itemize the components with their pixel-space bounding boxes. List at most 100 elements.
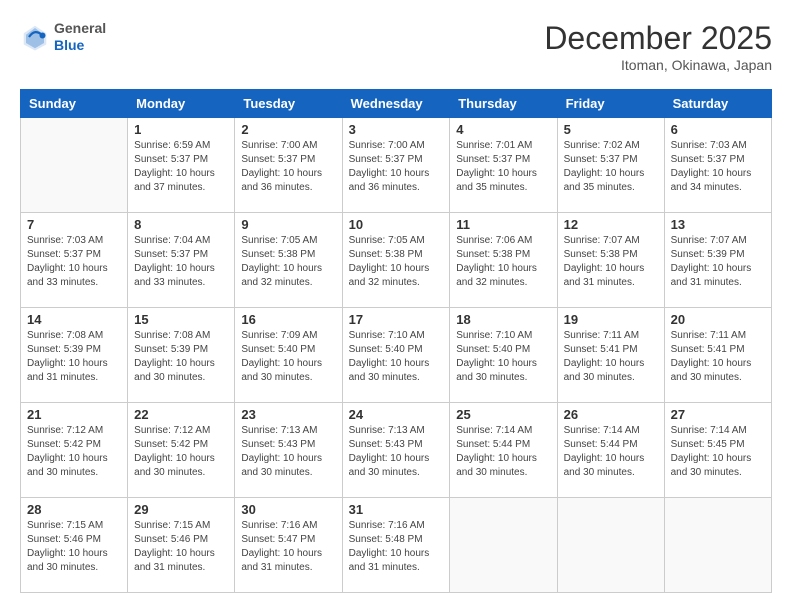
weekday-header-friday: Friday xyxy=(557,90,664,118)
day-number: 11 xyxy=(456,217,550,232)
day-info: Sunrise: 7:12 AMSunset: 5:42 PMDaylight:… xyxy=(27,424,121,480)
day-number: 23 xyxy=(241,407,335,422)
logo-general-text: General xyxy=(54,20,106,37)
weekday-header-wednesday: Wednesday xyxy=(342,90,450,118)
calendar-cell: 24 Sunrise: 7:13 AMSunset: 5:43 PMDayligh… xyxy=(342,403,450,498)
calendar-cell: 16 Sunrise: 7:09 AMSunset: 5:40 PMDayligh… xyxy=(235,308,342,403)
day-info: Sunrise: 7:00 AMSunset: 5:37 PMDaylight:… xyxy=(349,139,444,195)
logo: General Blue xyxy=(20,20,106,54)
day-number: 26 xyxy=(564,407,658,422)
day-number: 28 xyxy=(27,502,121,517)
weekday-header-row: SundayMondayTuesdayWednesdayThursdayFrid… xyxy=(21,90,772,118)
calendar-cell: 11 Sunrise: 7:06 AMSunset: 5:38 PMDayligh… xyxy=(450,213,557,308)
title-section: December 2025 Itoman, Okinawa, Japan xyxy=(544,20,772,73)
calendar-cell: 10Sunrise: 7:05 AMSunset: 5:38 PMDayligh… xyxy=(342,213,450,308)
week-row-5: 28 Sunrise: 7:15 AMSunset: 5:46 PMDayligh… xyxy=(21,498,772,593)
day-info: Sunrise: 7:15 AMSunset: 5:46 PMDaylight:… xyxy=(134,519,228,575)
week-row-1: 1 Sunrise: 6:59 AMSunset: 5:37 PMDaylight… xyxy=(21,118,772,213)
calendar-cell: 30 Sunrise: 7:16 AMSunset: 5:47 PMDayligh… xyxy=(235,498,342,593)
calendar-cell xyxy=(664,498,771,593)
calendar-cell: 5Sunrise: 7:02 AMSunset: 5:37 PMDaylight… xyxy=(557,118,664,213)
day-info: Sunrise: 6:59 AMSunset: 5:37 PMDaylight:… xyxy=(134,139,228,195)
calendar: SundayMondayTuesdayWednesdayThursdayFrid… xyxy=(20,89,772,593)
day-info: Sunrise: 7:09 AMSunset: 5:40 PMDaylight:… xyxy=(241,329,335,385)
day-info: Sunrise: 7:08 AMSunset: 5:39 PMDaylight:… xyxy=(27,329,121,385)
day-number: 17 xyxy=(349,312,444,327)
day-info: Sunrise: 7:14 AMSunset: 5:45 PMDaylight:… xyxy=(671,424,765,480)
calendar-cell: 7Sunrise: 7:03 AMSunset: 5:37 PMDaylight… xyxy=(21,213,128,308)
day-number: 14 xyxy=(27,312,121,327)
day-info: Sunrise: 7:11 AMSunset: 5:41 PMDaylight:… xyxy=(564,329,658,385)
day-number: 21 xyxy=(27,407,121,422)
day-info: Sunrise: 7:14 AMSunset: 5:44 PMDaylight:… xyxy=(564,424,658,480)
day-number: 1 xyxy=(134,122,228,137)
day-info: Sunrise: 7:03 AMSunset: 5:37 PMDaylight:… xyxy=(671,139,765,195)
logo-blue-text: Blue xyxy=(54,37,106,54)
day-info: Sunrise: 7:07 AMSunset: 5:38 PMDaylight:… xyxy=(564,234,658,290)
calendar-cell: 29 Sunrise: 7:15 AMSunset: 5:46 PMDayligh… xyxy=(128,498,235,593)
location: Itoman, Okinawa, Japan xyxy=(544,57,772,73)
day-number: 31 xyxy=(349,502,444,517)
day-number: 20 xyxy=(671,312,765,327)
day-info: Sunrise: 7:12 AMSunset: 5:42 PMDaylight:… xyxy=(134,424,228,480)
day-number: 22 xyxy=(134,407,228,422)
day-info: Sunrise: 7:16 AMSunset: 5:47 PMDaylight:… xyxy=(241,519,335,575)
calendar-cell: 3Sunrise: 7:00 AMSunset: 5:37 PMDaylight… xyxy=(342,118,450,213)
calendar-cell: 2 Sunrise: 7:00 AMSunset: 5:37 PMDaylight… xyxy=(235,118,342,213)
weekday-header-tuesday: Tuesday xyxy=(235,90,342,118)
calendar-cell: 28 Sunrise: 7:15 AMSunset: 5:46 PMDayligh… xyxy=(21,498,128,593)
day-info: Sunrise: 7:05 AMSunset: 5:38 PMDaylight:… xyxy=(241,234,335,290)
day-number: 27 xyxy=(671,407,765,422)
day-info: Sunrise: 7:08 AMSunset: 5:39 PMDaylight:… xyxy=(134,329,228,385)
calendar-cell: 21 Sunrise: 7:12 AMSunset: 5:42 PMDayligh… xyxy=(21,403,128,498)
day-number: 29 xyxy=(134,502,228,517)
day-number: 4 xyxy=(456,122,550,137)
day-info: Sunrise: 7:04 AMSunset: 5:37 PMDaylight:… xyxy=(134,234,228,290)
day-number: 13 xyxy=(671,217,765,232)
day-number: 30 xyxy=(241,502,335,517)
day-info: Sunrise: 7:07 AMSunset: 5:39 PMDaylight:… xyxy=(671,234,765,290)
day-info: Sunrise: 7:10 AMSunset: 5:40 PMDaylight:… xyxy=(349,329,444,385)
week-row-4: 21 Sunrise: 7:12 AMSunset: 5:42 PMDayligh… xyxy=(21,403,772,498)
calendar-cell xyxy=(557,498,664,593)
calendar-cell: 20 Sunrise: 7:11 AMSunset: 5:41 PMDayligh… xyxy=(664,308,771,403)
calendar-cell: 4Sunrise: 7:01 AMSunset: 5:37 PMDaylight… xyxy=(450,118,557,213)
calendar-cell: 26 Sunrise: 7:14 AMSunset: 5:44 PMDayligh… xyxy=(557,403,664,498)
calendar-cell: 15Sunrise: 7:08 AMSunset: 5:39 PMDayligh… xyxy=(128,308,235,403)
day-number: 6 xyxy=(671,122,765,137)
calendar-cell: 25 Sunrise: 7:14 AMSunset: 5:44 PMDayligh… xyxy=(450,403,557,498)
calendar-cell: 19Sunrise: 7:11 AMSunset: 5:41 PMDayligh… xyxy=(557,308,664,403)
calendar-cell: 9 Sunrise: 7:05 AMSunset: 5:38 PMDaylight… xyxy=(235,213,342,308)
day-number: 10 xyxy=(349,217,444,232)
calendar-cell: 23Sunrise: 7:13 AMSunset: 5:43 PMDayligh… xyxy=(235,403,342,498)
calendar-cell: 31 Sunrise: 7:16 AMSunset: 5:48 PMDayligh… xyxy=(342,498,450,593)
day-number: 24 xyxy=(349,407,444,422)
day-info: Sunrise: 7:10 AMSunset: 5:40 PMDaylight:… xyxy=(456,329,550,385)
day-number: 16 xyxy=(241,312,335,327)
day-info: Sunrise: 7:00 AMSunset: 5:37 PMDaylight:… xyxy=(241,139,335,195)
weekday-header-monday: Monday xyxy=(128,90,235,118)
day-number: 5 xyxy=(564,122,658,137)
day-info: Sunrise: 7:14 AMSunset: 5:44 PMDaylight:… xyxy=(456,424,550,480)
day-info: Sunrise: 7:15 AMSunset: 5:46 PMDaylight:… xyxy=(27,519,121,575)
calendar-cell: 8 Sunrise: 7:04 AMSunset: 5:37 PMDaylight… xyxy=(128,213,235,308)
day-number: 7 xyxy=(27,217,121,232)
header: General Blue December 2025 Itoman, Okina… xyxy=(20,20,772,73)
calendar-cell: 1 Sunrise: 6:59 AMSunset: 5:37 PMDaylight… xyxy=(128,118,235,213)
day-number: 25 xyxy=(456,407,550,422)
calendar-cell: 14 Sunrise: 7:08 AMSunset: 5:39 PMDayligh… xyxy=(21,308,128,403)
week-row-3: 14 Sunrise: 7:08 AMSunset: 5:39 PMDayligh… xyxy=(21,308,772,403)
day-info: Sunrise: 7:13 AMSunset: 5:43 PMDaylight:… xyxy=(349,424,444,480)
day-number: 9 xyxy=(241,217,335,232)
calendar-cell: 12Sunrise: 7:07 AMSunset: 5:38 PMDayligh… xyxy=(557,213,664,308)
weekday-header-thursday: Thursday xyxy=(450,90,557,118)
calendar-cell xyxy=(450,498,557,593)
day-number: 8 xyxy=(134,217,228,232)
calendar-cell: 27 Sunrise: 7:14 AMSunset: 5:45 PMDayligh… xyxy=(664,403,771,498)
day-number: 2 xyxy=(241,122,335,137)
calendar-cell: 17 Sunrise: 7:10 AMSunset: 5:40 PMDayligh… xyxy=(342,308,450,403)
day-info: Sunrise: 7:16 AMSunset: 5:48 PMDaylight:… xyxy=(349,519,444,575)
day-info: Sunrise: 7:06 AMSunset: 5:38 PMDaylight:… xyxy=(456,234,550,290)
logo-icon xyxy=(20,22,50,52)
day-info: Sunrise: 7:11 AMSunset: 5:41 PMDaylight:… xyxy=(671,329,765,385)
